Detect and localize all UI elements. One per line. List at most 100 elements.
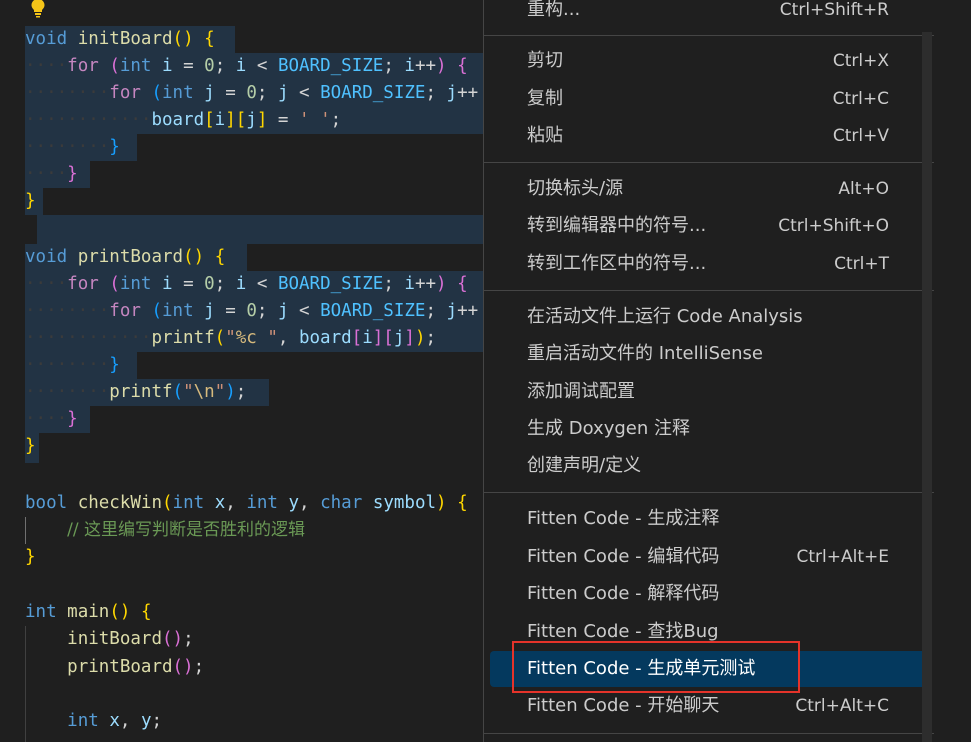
menu-item[interactable]: 在活动文件上运行 Code Analysis: [490, 299, 926, 335]
code-token: // 这里编写判断是否胜利的逻辑: [67, 520, 306, 540]
selection-block: [37, 215, 484, 244]
code-token: {: [457, 274, 468, 294]
code-token: }: [25, 436, 36, 456]
code-line[interactable]: ····for (int i = 0; i < BOARD_SIZE; i++)…: [25, 53, 468, 80]
code-token: (): [161, 629, 184, 649]
code-line[interactable]: }: [25, 188, 36, 215]
code-token: for: [109, 301, 141, 321]
code-token: int: [162, 301, 194, 321]
whitespace-marker: ····: [25, 164, 68, 184]
code-token: initBoard: [67, 629, 162, 649]
menu-item-label: 切换标头/源: [527, 178, 624, 199]
menu-item-label: 在活动文件上运行 Code Analysis: [527, 306, 803, 327]
menu-item[interactable]: 创建声明/定义: [490, 448, 926, 484]
code-line[interactable]: }: [25, 433, 36, 460]
code-token: =: [214, 301, 247, 321]
code-line[interactable]: ········for (int j = 0; j < BOARD_SIZE; …: [25, 298, 478, 325]
code-editor[interactable]: void initBoard() {····for (int i = 0; i …: [0, 0, 484, 742]
code-token: ;: [183, 629, 194, 649]
whitespace-marker: ········: [25, 137, 110, 157]
code-line[interactable]: // 这里编写判断是否胜利的逻辑: [25, 517, 305, 544]
menu-item[interactable]: 粘贴 Ctrl+V: [490, 118, 926, 154]
code-line[interactable]: ············printf("%c ", board[i][j]);: [25, 325, 436, 352]
menu-item[interactable]: 切换标头/源 Alt+O: [490, 171, 926, 207]
menu-item[interactable]: 重启活动文件的 IntelliSense: [490, 336, 926, 372]
code-token: j: [393, 328, 405, 348]
code-line[interactable]: initBoard();: [25, 626, 194, 653]
code-token: void: [25, 247, 68, 267]
menu-separator: [484, 35, 934, 36]
code-token: ,: [277, 328, 299, 348]
menu-item[interactable]: 转到工作区中的符号... Ctrl+T: [490, 246, 926, 282]
menu-item-shortcut: Ctrl+V: [832, 126, 889, 146]
code-line[interactable]: }: [25, 544, 36, 571]
code-line[interactable]: bool checkWin(int x, int y, char symbol)…: [25, 490, 468, 517]
code-line[interactable]: void initBoard() {: [25, 26, 215, 53]
code-line[interactable]: ········printf("\n");: [25, 379, 246, 406]
code-line[interactable]: ············board[i][j] = ' ';: [25, 107, 341, 134]
menu-item-label: 重构...: [527, 0, 581, 20]
code-token: j: [446, 83, 458, 103]
code-line[interactable]: int x, y;: [25, 708, 162, 735]
code-token: }: [67, 409, 78, 429]
code-token: ;: [425, 83, 447, 103]
code-line[interactable]: ········}: [25, 134, 120, 161]
code-token: printBoard: [67, 657, 173, 677]
menu-item[interactable]: 转到编辑器中的符号... Ctrl+Shift+O: [490, 208, 926, 244]
code-line[interactable]: int main() {: [25, 599, 151, 626]
menu-item[interactable]: Fitten Code - 编辑代码 Ctrl+Alt+E: [490, 539, 926, 575]
menu-item[interactable]: Fitten Code - 开始聊天 Ctrl+Alt+C: [490, 688, 926, 724]
code-token: (: [162, 493, 173, 513]
menu-item-shortcut: Ctrl+Alt+C: [795, 696, 889, 716]
code-token: ,: [119, 711, 141, 731]
code-token: {: [214, 247, 226, 267]
code-token: ][: [225, 110, 247, 130]
context-menu[interactable]: 重构... Ctrl+Shift+R 剪切 Ctrl+X 复制 Ctrl+C 粘贴 Ctrl+…: [483, 0, 934, 742]
code-token: i: [162, 56, 173, 76]
code-token: ;: [330, 110, 342, 130]
code-line[interactable]: ····}: [25, 406, 78, 433]
code-token: BOARD_SIZE: [277, 56, 384, 76]
menu-item-shortcut: Ctrl+Shift+R: [779, 0, 889, 20]
code-token: }: [109, 355, 120, 375]
menu-item[interactable]: 重构... Ctrl+Shift+R: [490, 0, 926, 28]
code-token: ;: [214, 274, 236, 294]
menu-item[interactable]: 复制 Ctrl+C: [490, 81, 926, 117]
code-line[interactable]: ····}: [25, 161, 78, 188]
menu-item[interactable]: 添加调试配置: [490, 374, 926, 410]
menu-item-label: 剪切: [527, 50, 563, 71]
menu-item[interactable]: 生成 Doxygen 注释: [490, 411, 926, 447]
code-line[interactable]: ········}: [25, 352, 120, 379]
code-token: (: [109, 56, 120, 76]
code-line[interactable]: void printBoard() {: [25, 244, 225, 271]
menu-item-shortcut: Ctrl+X: [832, 51, 889, 71]
code-token: int: [172, 493, 205, 513]
code-line[interactable]: ········for (int j = 0; j < BOARD_SIZE; …: [25, 80, 478, 107]
code-token: i: [404, 56, 415, 76]
code-token: int: [67, 711, 99, 731]
code-token: 0: [204, 274, 215, 294]
menu-scrollbar[interactable]: [922, 32, 932, 742]
menu-item[interactable]: 剪切 Ctrl+X: [490, 43, 926, 79]
code-token: ;: [193, 657, 205, 677]
menu-item[interactable]: Fitten Code - 生成注释: [490, 501, 926, 537]
menu-item[interactable]: Fitten Code - 解释代码: [490, 576, 926, 612]
code-token: int: [119, 274, 152, 294]
code-token: ++: [457, 301, 479, 321]
lightbulb-icon[interactable]: [29, 0, 47, 18]
code-token: =: [172, 56, 205, 76]
code-line[interactable]: printBoard();: [25, 654, 204, 681]
code-token: y: [288, 493, 300, 513]
code-line[interactable]: ····for (int i = 0; i < BOARD_SIZE; i++)…: [25, 271, 468, 298]
